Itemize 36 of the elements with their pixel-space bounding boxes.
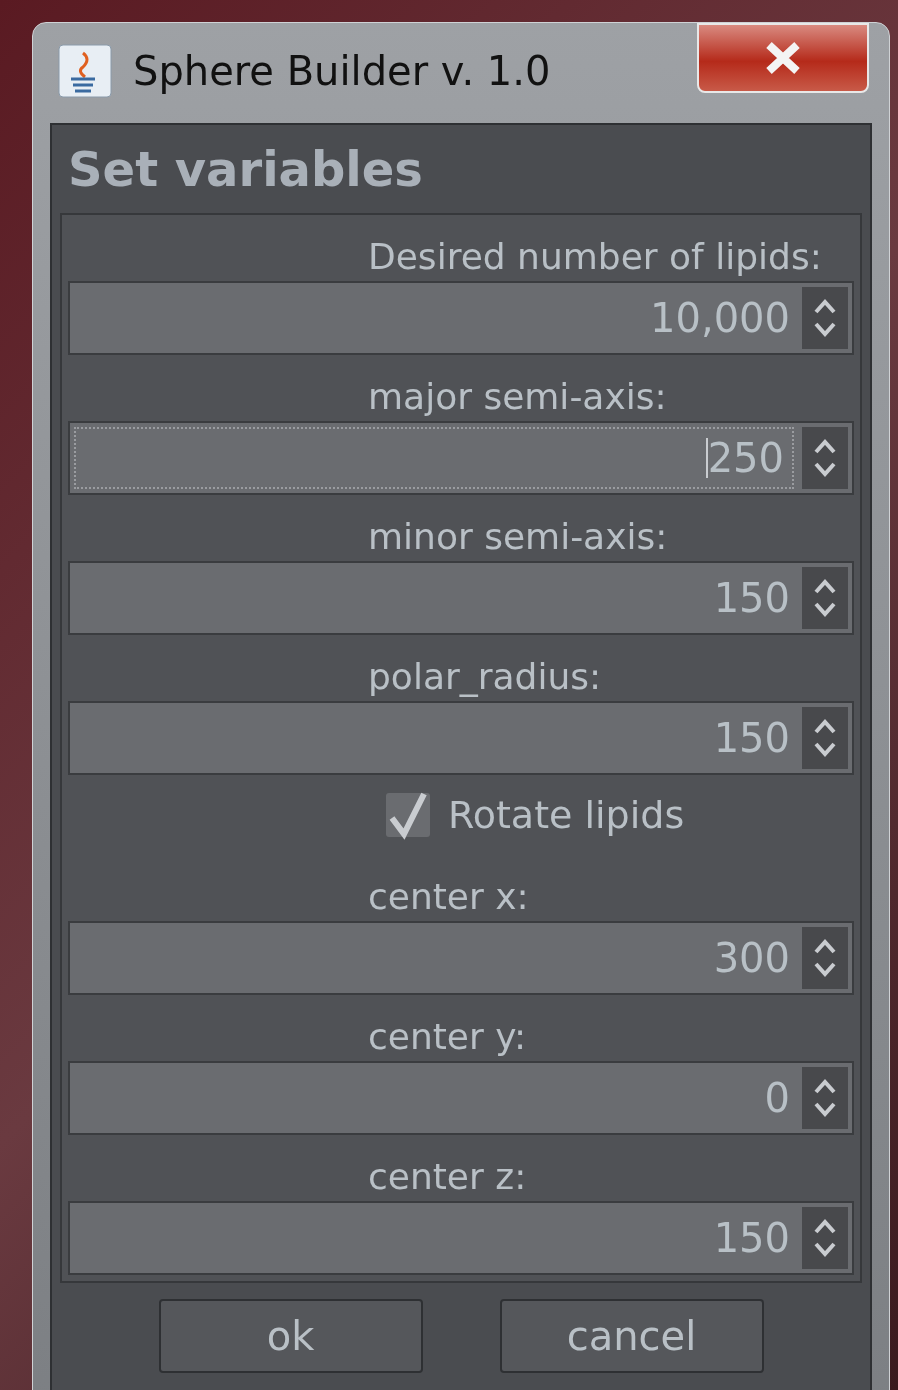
spinner-field[interactable]: 0: [68, 1061, 854, 1135]
spinner-field[interactable]: 150: [68, 561, 854, 635]
field-value: 150: [713, 718, 790, 758]
dialog-button[interactable]: ok: [158, 1299, 423, 1373]
check-icon: [388, 790, 428, 840]
dialog-button[interactable]: cancel: [499, 1299, 764, 1373]
app-icon: [57, 43, 113, 99]
checkbox[interactable]: [386, 793, 430, 837]
spinner-field[interactable]: 300: [68, 921, 854, 995]
spinner-field[interactable]: 150: [68, 701, 854, 775]
field-label: center z:: [368, 1159, 527, 1195]
field-label: center y:: [368, 1019, 527, 1055]
field-label: major semi-axis:: [368, 379, 667, 415]
spinner-arrows[interactable]: [802, 1207, 848, 1269]
spinner-arrows[interactable]: [802, 287, 848, 349]
spinner-arrows[interactable]: [802, 427, 848, 489]
field-value: 0: [764, 1078, 790, 1118]
close-button[interactable]: [697, 23, 869, 93]
field-value: 10,000: [650, 298, 790, 338]
spinner-field[interactable]: 250: [68, 421, 854, 495]
field-label: minor semi-axis:: [368, 519, 668, 555]
spinner-arrows[interactable]: [802, 707, 848, 769]
field-value: 300: [713, 938, 790, 978]
field-label: center x:: [368, 879, 529, 915]
spinner-field[interactable]: 10,000: [68, 281, 854, 355]
field-value: 250: [707, 438, 784, 478]
section-heading: Set variables: [68, 145, 423, 193]
spinner-arrows[interactable]: [802, 1067, 848, 1129]
field-label: Desired number of lipids:: [368, 239, 822, 275]
checkbox-label: Rotate lipids: [448, 796, 685, 834]
spinner-arrows[interactable]: [802, 567, 848, 629]
spinner-field[interactable]: 150: [68, 1201, 854, 1275]
field-value: 150: [713, 1218, 790, 1258]
spinner-arrows[interactable]: [802, 927, 848, 989]
field-label: polar_radius:: [368, 659, 602, 695]
field-value: 150: [713, 578, 790, 618]
